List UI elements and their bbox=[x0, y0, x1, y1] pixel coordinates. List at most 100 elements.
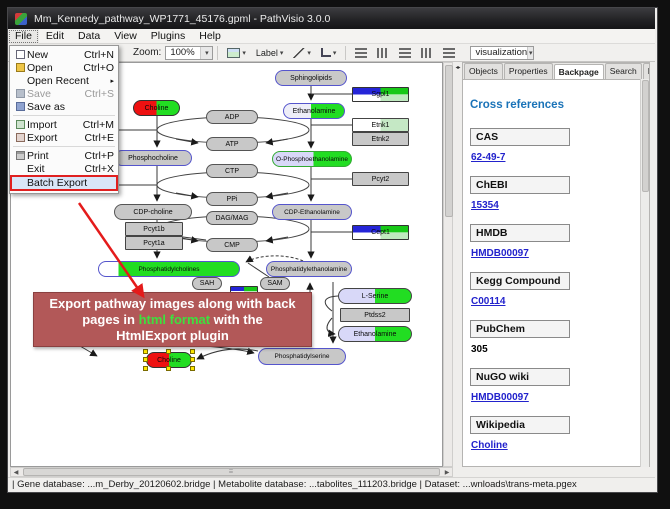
node-label: Pcyt2 bbox=[372, 176, 390, 183]
match-size-button[interactable] bbox=[439, 44, 459, 62]
node-sam[interactable]: SAM bbox=[260, 277, 290, 290]
node-etnk1[interactable]: Etnk1 bbox=[352, 118, 409, 132]
scrollbar-thumb[interactable] bbox=[642, 80, 649, 192]
node-pcyt1b[interactable]: Pcyt1b bbox=[125, 222, 183, 236]
node-phosphatidylcholines[interactable]: Phosphatidylcholines bbox=[98, 261, 240, 277]
zoom-combobox[interactable]: 100% ▾ bbox=[165, 46, 213, 60]
chevron-down-icon[interactable]: ▾ bbox=[307, 49, 311, 57]
draw-connector-button[interactable]: ▾ bbox=[317, 44, 341, 62]
distribute-horizontal-button[interactable] bbox=[395, 44, 415, 62]
node-sah[interactable]: SAH bbox=[192, 277, 222, 290]
section-value-cas[interactable]: 62-49-7 bbox=[471, 152, 643, 163]
tab-backpage[interactable]: Backpage bbox=[554, 64, 604, 80]
scrollbar-thumb[interactable] bbox=[445, 65, 453, 217]
tab-search[interactable]: Search bbox=[605, 63, 642, 79]
node-sphingolipids[interactable]: Sphingolipids bbox=[275, 70, 347, 86]
node-phosphocholine[interactable]: Phosphocholine bbox=[114, 150, 192, 166]
title-bar[interactable]: Mm_Kennedy_pathway_WP1771_45176.gpml - P… bbox=[8, 8, 655, 29]
node-label: SAM bbox=[267, 280, 282, 287]
panel-splitter[interactable]: ◂▸ bbox=[453, 62, 462, 467]
node-ptdss2[interactable]: Ptdss2 bbox=[340, 308, 410, 322]
draw-line-button[interactable]: ▾ bbox=[289, 44, 315, 62]
file-menu-item-import[interactable]: ImportCtrl+M bbox=[10, 118, 118, 131]
selection-handle[interactable] bbox=[166, 349, 171, 354]
menu-edit[interactable]: Edit bbox=[39, 29, 71, 44]
selection-handle[interactable] bbox=[143, 357, 148, 362]
line-tool-icon bbox=[293, 48, 305, 58]
screenshot-root: Mm_Kennedy_pathway_WP1771_45176.gpml - P… bbox=[0, 0, 670, 509]
align-middle-button[interactable] bbox=[373, 44, 393, 62]
node-phosphatidylethanolamine[interactable]: Phosphatidylethanolamine bbox=[266, 261, 352, 277]
add-label-button[interactable]: Label ▾ bbox=[252, 44, 288, 62]
selection-handle[interactable] bbox=[166, 366, 171, 371]
selection-handle[interactable] bbox=[190, 357, 195, 362]
menu-item-shortcut: Ctrl+N bbox=[84, 49, 114, 61]
tab-legend[interactable]: Legend bbox=[643, 63, 649, 79]
section-value-kegg-compound[interactable]: C00114 bbox=[471, 296, 643, 307]
distribute-horizontal-icon bbox=[399, 48, 411, 58]
file-menu-item-save[interactable]: SaveCtrl+S bbox=[10, 87, 118, 100]
node-dag-mag[interactable]: DAG/MAG bbox=[206, 211, 258, 225]
visualization-combobox[interactable]: visualization ▾ bbox=[470, 46, 534, 60]
node-ethanolamine-bottom[interactable]: Ethanolamine bbox=[338, 326, 412, 342]
export-icon bbox=[13, 133, 27, 142]
node-cdp-ethanolamine[interactable]: CDP-Ethanolamine bbox=[272, 204, 352, 220]
scroll-right-icon[interactable]: ▶ bbox=[442, 469, 452, 476]
splitter-collapse-icons[interactable]: ◂▸ bbox=[455, 64, 459, 467]
node-adp[interactable]: ADP bbox=[206, 110, 258, 124]
node-sgpl1[interactable]: Sgpl1 bbox=[352, 87, 409, 102]
node-o-phosphoethanolamine[interactable]: O-Phosphoethanolamine bbox=[272, 151, 352, 167]
selection-handle[interactable] bbox=[143, 349, 148, 354]
node-ethanolamine-top[interactable]: Ethanolamine bbox=[283, 103, 345, 119]
node-l-serine[interactable]: L-Serine bbox=[338, 288, 412, 304]
sidebar-vertical-scrollbar[interactable] bbox=[640, 79, 649, 467]
node-cept1[interactable]: Cept1 bbox=[352, 225, 409, 240]
selection-handle[interactable] bbox=[190, 349, 195, 354]
node-atp[interactable]: ATP bbox=[206, 137, 258, 151]
node-phosphatidylserine[interactable]: Phosphatidylserine bbox=[258, 348, 346, 365]
file-menu-item-print[interactable]: PrintCtrl+P bbox=[10, 149, 118, 162]
section-value-chebi[interactable]: 15354 bbox=[471, 200, 643, 211]
node-cdp-choline[interactable]: CDP-choline bbox=[114, 204, 192, 220]
file-menu-item-export[interactable]: ExportCtrl+E bbox=[10, 131, 118, 144]
chevron-down-icon[interactable]: ▾ bbox=[242, 49, 246, 57]
selection-handle[interactable] bbox=[143, 366, 148, 371]
add-gene-datanode-button[interactable]: ▾ bbox=[223, 44, 250, 62]
file-menu-item-save-as[interactable]: Save as bbox=[10, 100, 118, 113]
node-choline[interactable]: Choline bbox=[133, 100, 180, 116]
canvas-horizontal-scrollbar[interactable]: ◀ ☰ ▶ bbox=[10, 467, 453, 477]
menu-help[interactable]: Help bbox=[192, 29, 228, 44]
file-menu-item-exit[interactable]: ExitCtrl+X bbox=[10, 162, 118, 175]
chevron-down-icon[interactable]: ▾ bbox=[200, 47, 212, 59]
node-cmp[interactable]: CMP bbox=[206, 238, 258, 252]
align-center-button[interactable] bbox=[351, 44, 371, 62]
menu-view[interactable]: View bbox=[107, 29, 144, 44]
node-pcyt1a[interactable]: Pcyt1a bbox=[125, 236, 183, 250]
node-label: CDP-choline bbox=[133, 209, 172, 216]
chevron-down-icon[interactable]: ▾ bbox=[527, 47, 533, 59]
node-pcyt2[interactable]: Pcyt2 bbox=[352, 172, 409, 186]
chevron-down-icon[interactable]: ▾ bbox=[280, 49, 284, 57]
file-menu-item-batch-export[interactable]: Batch Export bbox=[10, 175, 118, 191]
distribute-vertical-button[interactable] bbox=[417, 44, 437, 62]
canvas-vertical-scrollbar[interactable] bbox=[443, 62, 453, 467]
section-value-nugo-wiki[interactable]: HMDB00097 bbox=[471, 392, 643, 403]
file-menu-item-open[interactable]: OpenCtrl+O bbox=[10, 61, 118, 74]
tab-properties[interactable]: Properties bbox=[504, 63, 553, 79]
scroll-left-icon[interactable]: ◀ bbox=[11, 469, 21, 476]
menu-data[interactable]: Data bbox=[71, 29, 107, 44]
node-ctp[interactable]: CTP bbox=[206, 164, 258, 178]
scrollbar-thumb[interactable]: ☰ bbox=[23, 468, 440, 476]
section-value-wikipedia[interactable]: Choline bbox=[471, 440, 643, 451]
chevron-down-icon[interactable]: ▾ bbox=[333, 49, 337, 57]
menu-item-label: Open bbox=[27, 62, 75, 74]
section-value-hmdb[interactable]: HMDB00097 bbox=[471, 248, 643, 259]
selection-handle[interactable] bbox=[190, 366, 195, 371]
file-menu-item-open-recent[interactable]: Open Recent▸ bbox=[10, 74, 118, 87]
tab-objects[interactable]: Objects bbox=[464, 63, 503, 79]
menu-plugins[interactable]: Plugins bbox=[144, 29, 192, 44]
node-etnk2[interactable]: Etnk2 bbox=[352, 132, 409, 146]
menu-file[interactable]: File bbox=[8, 29, 39, 44]
node-ppi[interactable]: PPi bbox=[206, 192, 258, 206]
file-menu-item-new[interactable]: NewCtrl+N bbox=[10, 48, 118, 61]
